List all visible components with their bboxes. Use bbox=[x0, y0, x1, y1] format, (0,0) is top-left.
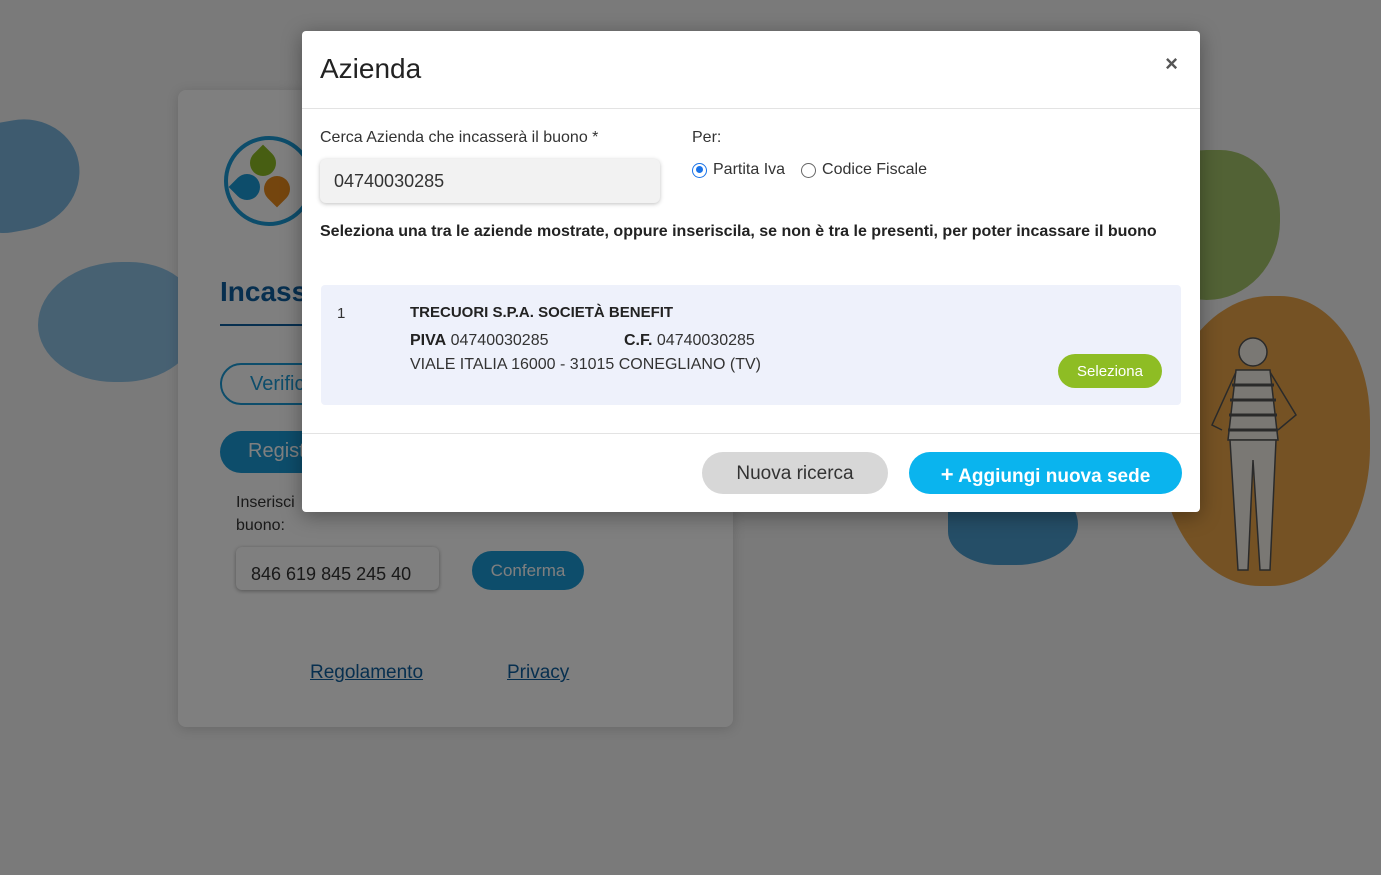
add-new-site-label: Aggiungi nuova sede bbox=[958, 466, 1151, 487]
search-type-label: Per: bbox=[692, 129, 722, 146]
new-search-button[interactable]: Nuova ricerca bbox=[702, 452, 888, 494]
cf-group: C.F. 04740030285 bbox=[624, 332, 755, 350]
select-company-button[interactable]: Seleziona bbox=[1058, 354, 1162, 388]
piva-value: 04740030285 bbox=[450, 332, 549, 349]
piva-label: PIVA bbox=[410, 332, 447, 349]
company-name: TRECUORI S.P.A. SOCIETÀ BENEFIT bbox=[410, 304, 674, 321]
modal-title: Azienda bbox=[320, 53, 422, 84]
search-label: Cerca Azienda che incasserà il buono * bbox=[320, 129, 599, 146]
radio-checked-icon[interactable] bbox=[692, 162, 707, 178]
company-search-input[interactable] bbox=[320, 159, 660, 203]
result-item: 1 TRECUORI S.P.A. SOCIETÀ BENEFIT PIVA 0… bbox=[321, 285, 1181, 405]
footer-divider bbox=[302, 433, 1200, 434]
radio-label: Partita Iva bbox=[713, 161, 786, 178]
radio-unchecked-icon[interactable] bbox=[801, 162, 817, 178]
radio-label: Codice Fiscale bbox=[822, 161, 927, 178]
modal-header: Azienda × bbox=[302, 31, 1200, 109]
search-type-radio-group: Partita Iva Codice Fiscale bbox=[692, 161, 927, 179]
result-index: 1 bbox=[337, 305, 346, 322]
azienda-modal: Azienda × Cerca Azienda che incasserà il… bbox=[302, 31, 1200, 512]
cf-value: 04740030285 bbox=[656, 332, 755, 349]
company-ids: PIVA 04740030285 C.F. 04740030285 bbox=[410, 332, 755, 350]
company-address: VIALE ITALIA 16000 - 31015 CONEGLIANO (T… bbox=[410, 356, 761, 373]
radio-partita-iva[interactable]: Partita Iva bbox=[692, 161, 785, 179]
add-new-site-button[interactable]: + Aggiungi nuova sede bbox=[909, 452, 1182, 494]
instruction-text: Seleziona una tra le aziende mostrate, o… bbox=[320, 223, 1157, 240]
cf-label: C.F. bbox=[624, 332, 653, 349]
plus-icon: + bbox=[940, 462, 954, 487]
radio-codice-fiscale[interactable]: Codice Fiscale bbox=[801, 161, 927, 179]
close-icon[interactable]: × bbox=[1165, 51, 1178, 77]
